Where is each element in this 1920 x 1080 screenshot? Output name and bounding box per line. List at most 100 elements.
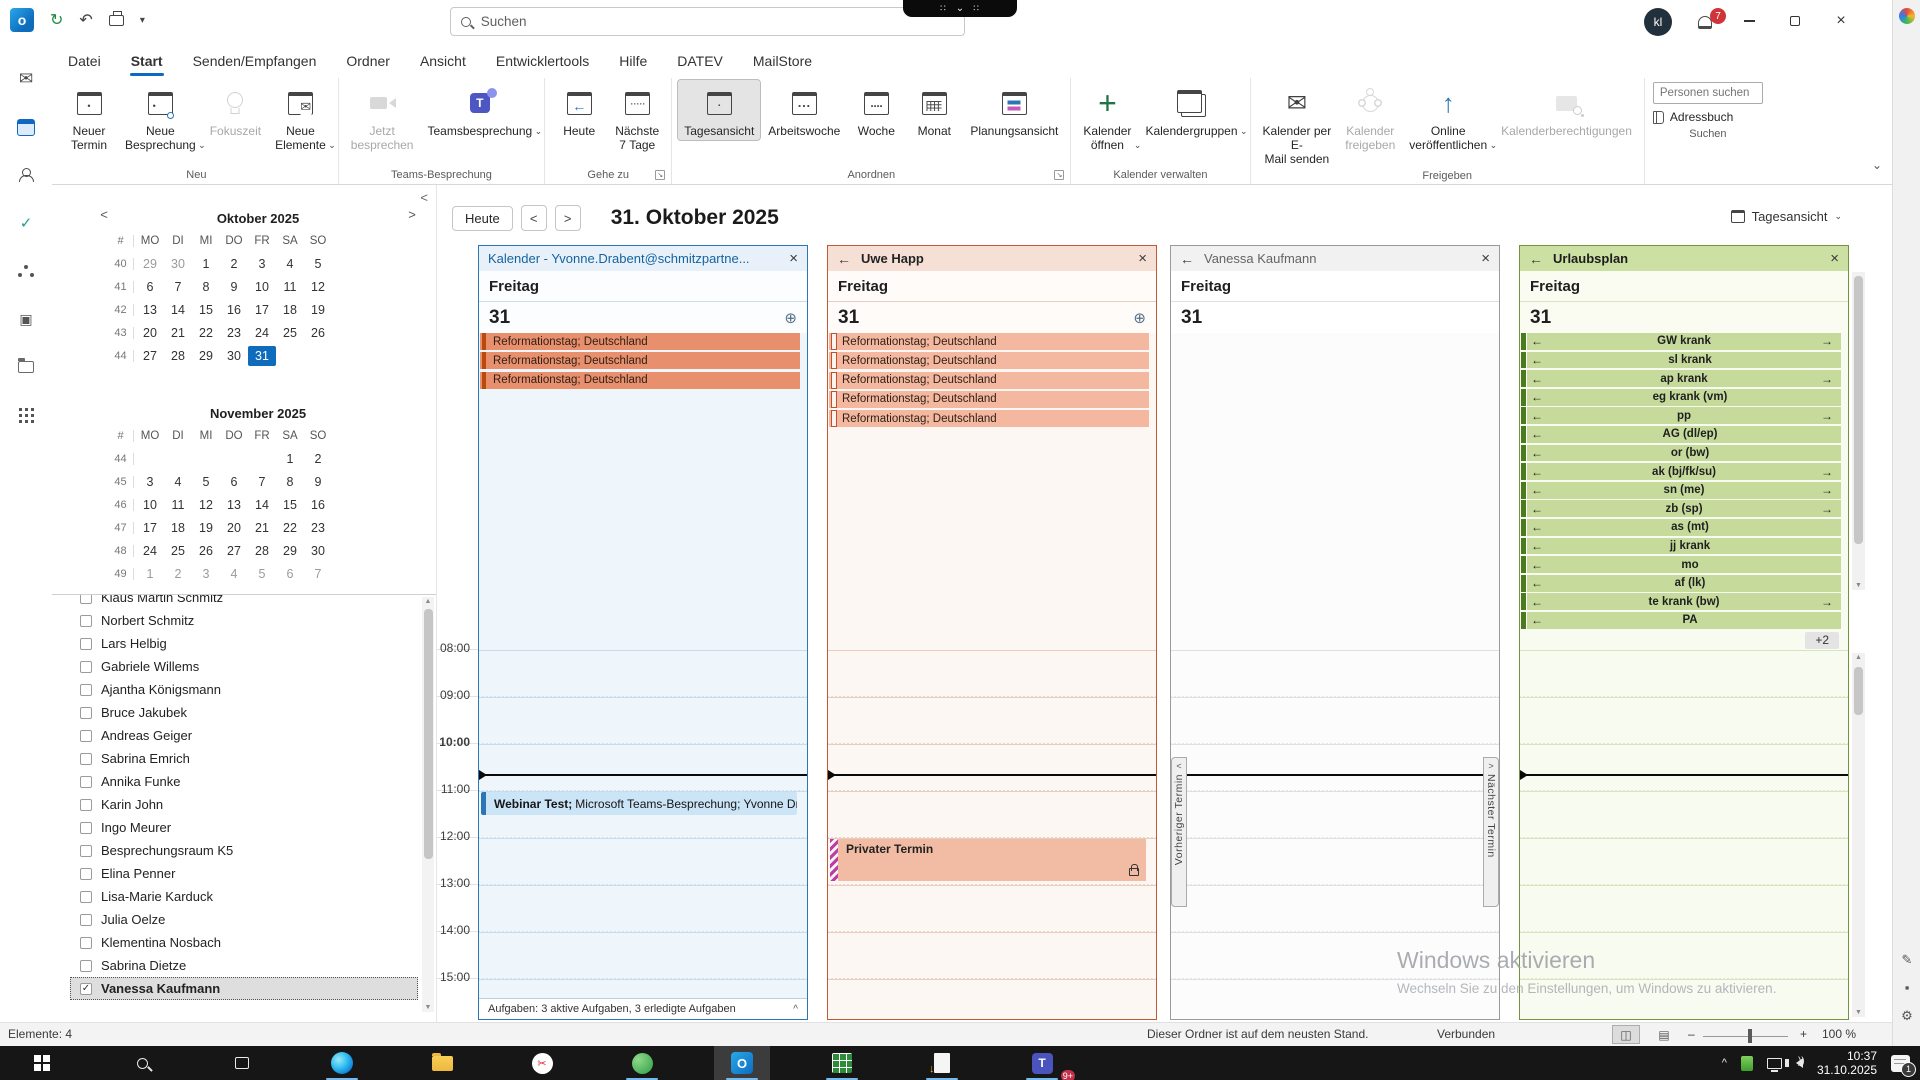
zoom-in-icon[interactable]: + xyxy=(1800,1027,1807,1041)
calendar-person-item[interactable]: ✓ Julia Oelze xyxy=(70,908,418,931)
vacation-event[interactable]: ← sl krank → xyxy=(1521,352,1841,369)
calendar-checkbox[interactable]: ✓ xyxy=(80,638,92,650)
mini-calendar-day[interactable]: 20 xyxy=(220,518,248,538)
mini-calendar-day[interactable]: 21 xyxy=(248,518,276,538)
vacation-event[interactable]: ← jj krank → xyxy=(1521,538,1841,555)
reading-view-icon[interactable]: ▤ xyxy=(1650,1025,1678,1044)
vacation-event[interactable]: ← mo → xyxy=(1521,556,1841,573)
calendar-person-item[interactable]: ✓ Sabrina Dietze xyxy=(70,954,418,977)
mini-calendar-day[interactable]: 27 xyxy=(136,346,164,366)
mini-calendar-day[interactable]: 13 xyxy=(220,495,248,515)
ribbon-button[interactable]: Neue Elemente⌄ xyxy=(269,80,332,154)
pen-icon[interactable]: ✎ xyxy=(1893,952,1920,968)
mini-calendar-day[interactable]: 29 xyxy=(192,346,220,366)
close-calendar-icon[interactable]: × xyxy=(789,250,798,267)
ribbon-button[interactable]: Neuer Termin⌄ xyxy=(61,80,117,154)
calendar-person-item[interactable]: ✓ Andreas Geiger xyxy=(70,724,418,747)
send-receive-icon[interactable]: ↻ xyxy=(50,10,63,30)
mini-calendar-day[interactable]: 22 xyxy=(192,323,220,343)
mini-calendar-day[interactable]: 29 xyxy=(136,254,164,274)
calendar-person-item[interactable]: ✓ Ingo Meurer xyxy=(70,816,418,839)
ribbon-button[interactable]: Neue Besprechung⌄ xyxy=(119,80,202,154)
mini-calendar-day[interactable]: 14 xyxy=(248,495,276,515)
vacation-event[interactable]: ← pp → xyxy=(1521,407,1841,424)
ribbon-button[interactable]: Kalender per E-Mail senden⌄ xyxy=(1257,80,1338,168)
mini-calendar-day[interactable]: 22 xyxy=(276,518,304,538)
mini-calendar-day[interactable] xyxy=(136,449,164,469)
vacation-event[interactable]: ← ak (bj/fk/su) → xyxy=(1521,463,1841,480)
mini-calendar-day[interactable]: 4 xyxy=(164,472,192,492)
back-arrow-icon[interactable]: ← xyxy=(1180,251,1194,267)
calendar-checkbox[interactable]: ✓ xyxy=(80,914,92,926)
holiday-event[interactable]: Reformationstag; Deutschland xyxy=(829,410,1149,427)
calendar-checkbox[interactable]: ✓ xyxy=(80,822,92,834)
mini-calendar-day[interactable]: 6 xyxy=(136,277,164,297)
search-input[interactable] xyxy=(481,14,954,29)
ribbon-tab[interactable]: DATEV xyxy=(664,47,736,75)
holiday-event[interactable]: Reformationstag; Deutschland xyxy=(480,372,800,389)
mini-calendar-day[interactable]: 5 xyxy=(304,254,332,274)
vacation-event[interactable]: ← as (mt) → xyxy=(1521,519,1841,536)
holiday-event[interactable]: Reformationstag; Deutschland xyxy=(829,352,1149,369)
expand-tasks-icon[interactable]: ^ xyxy=(793,1004,798,1015)
calendar-person-item[interactable]: ✓ Ajantha Königsmann xyxy=(70,678,418,701)
mini-calendar-day[interactable]: 6 xyxy=(276,564,304,584)
calendar-person-item[interactable]: ✓ Vanessa Kaufmann xyxy=(70,977,418,1000)
calendar-checkbox[interactable]: ✓ xyxy=(80,730,92,742)
next-day-button[interactable]: > xyxy=(555,205,581,231)
customize-qat-chevron-icon[interactable]: ▾ xyxy=(140,15,145,26)
vacation-event[interactable]: ← AG (dl/ep) → xyxy=(1521,426,1841,443)
calendar-person-item[interactable]: ✓ Lisa-Marie Karduck xyxy=(70,885,418,908)
tasks-footer[interactable]: Aufgaben: 3 aktive Aufgaben, 3 erledigte… xyxy=(479,998,807,1019)
speaker-icon[interactable] xyxy=(1796,1058,1803,1068)
mini-calendar-day[interactable]: 18 xyxy=(164,518,192,538)
ribbon-button[interactable]: Online veröffentlichen⌄ xyxy=(1403,80,1493,154)
undo-icon[interactable]: ↶ xyxy=(79,10,92,30)
mini-calendar-day[interactable]: 24 xyxy=(248,323,276,343)
vacation-event[interactable]: ← PA → xyxy=(1521,612,1841,629)
teams-taskbar-icon[interactable]: T9+ xyxy=(1014,1046,1070,1080)
address-book-button[interactable]: Adressbuch xyxy=(1653,110,1763,124)
document-app-taskbar-icon[interactable] xyxy=(914,1046,970,1080)
mail-nav-icon[interactable]: ✉ xyxy=(0,62,52,96)
people-nav-icon[interactable] xyxy=(0,158,52,192)
holiday-event[interactable]: Reformationstag; Deutschland xyxy=(829,372,1149,389)
calendar-person-item[interactable]: ✓ Gabriele Willems xyxy=(70,655,418,678)
mini-calendar-day[interactable]: 11 xyxy=(276,277,304,297)
mini-calendar-day[interactable]: 3 xyxy=(136,472,164,492)
calendar-view-icon[interactable]: ◫ xyxy=(1612,1025,1640,1044)
edge-taskbar-icon[interactable] xyxy=(314,1046,370,1080)
holiday-event[interactable]: Reformationstag; Deutschland xyxy=(829,391,1149,408)
ribbon-button[interactable]: Heute⌄ xyxy=(551,80,607,140)
ribbon-tab[interactable]: Hilfe xyxy=(606,47,660,75)
calendar-person-item[interactable]: ✓ Norbert Schmitz xyxy=(70,609,418,632)
calendar-checkbox[interactable]: ✓ xyxy=(80,891,92,903)
ribbon-button[interactable]: Kalendergruppen⌄ xyxy=(1139,80,1243,140)
mini-calendar-day[interactable] xyxy=(220,449,248,469)
allday-scrollbar[interactable]: ▼ xyxy=(1852,272,1865,590)
ribbon-button[interactable]: Kalenderberechtigungen⌄ xyxy=(1495,80,1638,140)
calendar-column-header[interactable]: ← Vanessa Kaufmann × xyxy=(1171,246,1499,271)
mini-calendar-day[interactable] xyxy=(164,449,192,469)
mini-calendar-day[interactable]: 1 xyxy=(192,254,220,274)
calendar-person-item[interactable]: ✓ Lars Helbig xyxy=(70,632,418,655)
scrollbar-thumb[interactable] xyxy=(1854,276,1863,544)
appointment-webinar[interactable]: Webinar Test;Microsoft Teams-Besprechung… xyxy=(481,792,797,815)
edit-icon[interactable]: ▪ xyxy=(1893,980,1920,995)
zoom-slider-track[interactable] xyxy=(1703,1036,1788,1037)
calendar-checkbox[interactable]: ✓ xyxy=(80,937,92,949)
ribbon-button[interactable]: Nächste 7 Tage⌄ xyxy=(609,80,665,154)
mini-calendar-day[interactable]: 12 xyxy=(304,277,332,297)
mini-calendar-day[interactable]: 10 xyxy=(136,495,164,515)
print-icon[interactable] xyxy=(109,15,124,26)
mini-calendar-day[interactable]: 15 xyxy=(276,495,304,515)
mini-calendar-day[interactable]: 3 xyxy=(192,564,220,584)
mini-calendar-day[interactable] xyxy=(248,449,276,469)
browser-sidebar-icon[interactable] xyxy=(1899,8,1915,24)
snipping-tool-taskbar-icon[interactable]: ✂ xyxy=(514,1046,570,1080)
calendar-person-item[interactable]: ✓ Karin John xyxy=(70,793,418,816)
calendar-person-item[interactable]: ✓ Bruce Jakubek xyxy=(70,701,418,724)
mini-calendar-day[interactable]: 4 xyxy=(220,564,248,584)
mini-calendar-day[interactable]: 30 xyxy=(164,254,192,274)
vacation-event[interactable]: ← te krank (bw) → xyxy=(1521,593,1841,610)
